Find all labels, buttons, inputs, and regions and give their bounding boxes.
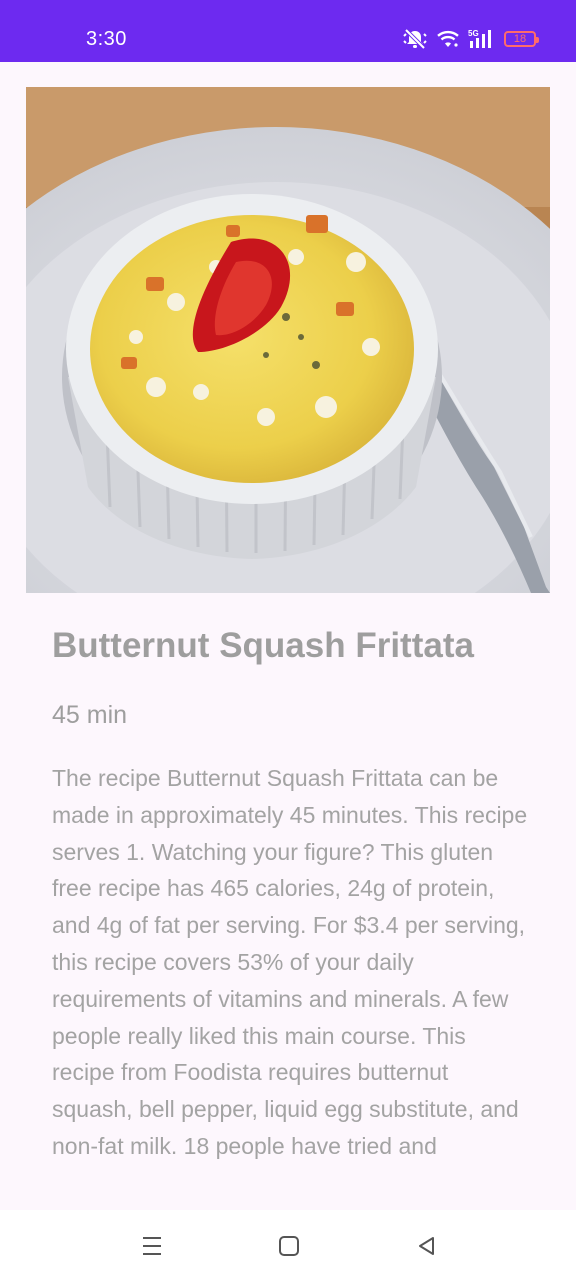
battery-icon: 18 (504, 31, 539, 47)
status-bar: 3:30 5G 18 (0, 0, 576, 62)
home-icon (278, 1235, 300, 1257)
back-button[interactable] (410, 1230, 442, 1262)
recipe-title: Butternut Squash Frittata (52, 626, 474, 665)
status-time: 3:30 (86, 28, 127, 50)
recipe-detail-content[interactable]: Butternut Squash Frittata 45 min The rec… (0, 62, 576, 1210)
home-button[interactable] (273, 1230, 305, 1262)
recipe-ready-time: 45 min (52, 701, 128, 729)
navigation-bar (0, 1210, 576, 1280)
menu-icon (140, 1235, 164, 1257)
menu-button[interactable] (136, 1230, 168, 1262)
mute-vibrate-icon (402, 28, 428, 50)
cellular-5g-icon: 5G (468, 28, 496, 50)
wifi-icon (436, 29, 460, 49)
recipe-summary: The recipe Butternut Squash Frittata can… (52, 765, 528, 1159)
recipe-image (26, 87, 550, 593)
status-icons: 5G 18 (402, 24, 539, 54)
back-icon (415, 1235, 437, 1257)
battery-level: 18 (513, 33, 527, 45)
svg-text:5G: 5G (468, 29, 479, 38)
